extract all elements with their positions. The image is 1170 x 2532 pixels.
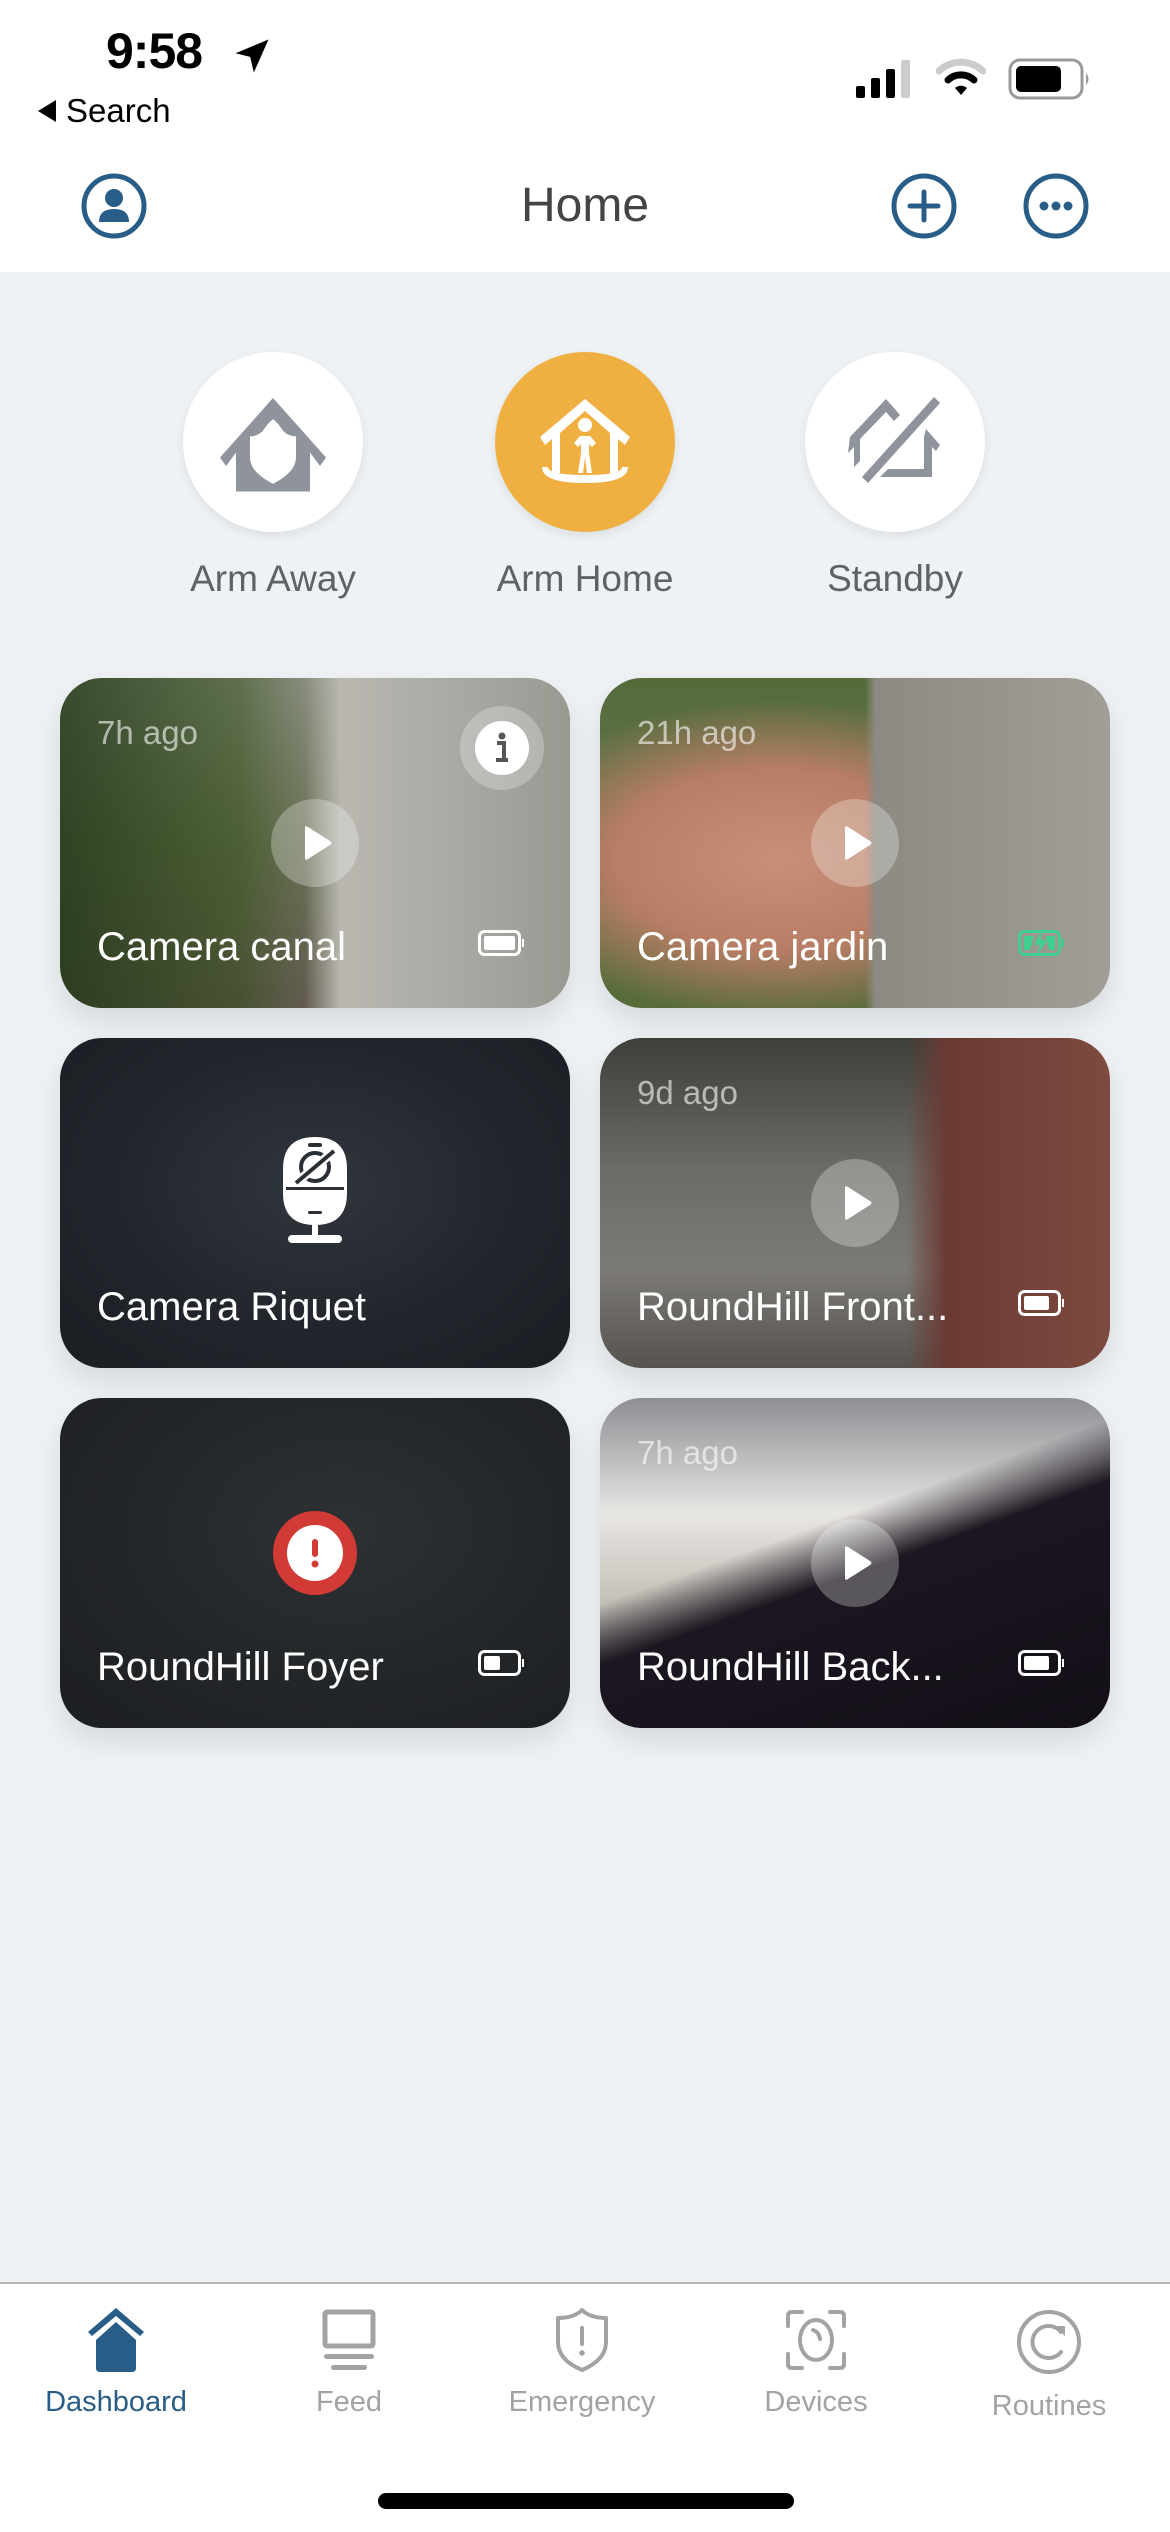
- camera-tile-riquet[interactable]: Camera Riquet: [60, 1038, 570, 1368]
- tab-label: Emergency: [508, 2386, 656, 2418]
- tab-label: Feed: [315, 2386, 383, 2418]
- battery-half-icon: [478, 1650, 524, 1676]
- play-button[interactable]: [271, 799, 359, 887]
- play-button[interactable]: [811, 1159, 899, 1247]
- battery-icon: [1008, 58, 1089, 100]
- last-event-time: 7h ago: [637, 1434, 738, 1471]
- camera-name: Camera Riquet: [97, 1285, 367, 1329]
- home-indicator[interactable]: [378, 2493, 794, 2509]
- tab-label: Devices: [764, 2386, 868, 2418]
- play-button[interactable]: [811, 799, 899, 887]
- mode-label: Arm Home: [496, 558, 674, 599]
- play-button[interactable]: [811, 1519, 899, 1607]
- mode-label: Standby: [827, 558, 963, 599]
- camera-name: Camera jardin: [637, 925, 889, 969]
- camera-tile-canal[interactable]: 7h ago Camera canal: [60, 678, 570, 1008]
- camera-tile-roundhill-foyer[interactable]: RoundHill Foyer: [60, 1398, 570, 1728]
- info-button[interactable]: [460, 706, 544, 790]
- camera-privacy-icon: [283, 1136, 347, 1243]
- back-triangle-icon: [38, 100, 56, 122]
- camera-name: RoundHill Foyer: [97, 1645, 384, 1689]
- standby-button[interactable]: [805, 352, 985, 532]
- tab-emergency[interactable]: Emergency: [482, 2308, 682, 2419]
- more-button[interactable]: [1022, 172, 1090, 240]
- devices-camera-icon: [786, 2310, 846, 2370]
- battery-full-icon: [478, 930, 524, 956]
- camera-tile-roundhill-front[interactable]: 9d ago RoundHill Front...: [600, 1038, 1110, 1368]
- camera-tile-roundhill-back[interactable]: 7h ago RoundHill Back...: [600, 1398, 1110, 1728]
- tab-label: Routines: [991, 2390, 1107, 2422]
- person-house-icon: [540, 399, 630, 483]
- last-event-time: 7h ago: [97, 714, 198, 751]
- last-event-time: 9d ago: [637, 1074, 738, 1111]
- error-alert-icon: [273, 1511, 357, 1596]
- location-arrow-icon: [235, 39, 269, 73]
- page-title: Home: [520, 179, 650, 232]
- wifi-icon: [936, 58, 986, 95]
- tab-routines[interactable]: Routines: [949, 2308, 1149, 2423]
- camera-tile-jardin[interactable]: 21h ago Camera jardin: [600, 678, 1110, 1008]
- battery-high-icon: [1018, 1650, 1064, 1676]
- add-icon: [891, 173, 957, 239]
- back-to-search-link[interactable]: Search: [38, 92, 171, 130]
- arm-away-button[interactable]: [183, 352, 363, 532]
- play-icon: [845, 1186, 872, 1220]
- play-icon: [845, 1546, 872, 1580]
- status-time: 9:58: [106, 23, 203, 79]
- home-icon: [88, 2308, 144, 2372]
- arm-home-button[interactable]: [495, 352, 675, 532]
- feed-icon: [322, 2309, 376, 2370]
- info-icon: [475, 721, 529, 775]
- top-bar: 9:58 Search Home: [0, 0, 1170, 272]
- camera-name: Camera canal: [97, 925, 347, 969]
- tab-dashboard[interactable]: Dashboard: [16, 2308, 216, 2419]
- mode-arm-away[interactable]: Arm Away: [183, 352, 363, 600]
- last-event-time: 21h ago: [637, 714, 757, 751]
- add-button[interactable]: [890, 172, 958, 240]
- back-label: Search: [66, 92, 171, 129]
- emergency-shield-icon: [556, 2308, 608, 2372]
- camera-name: RoundHill Back...: [637, 1645, 944, 1689]
- routines-icon: [1017, 2310, 1081, 2374]
- tab-feed[interactable]: Feed: [249, 2308, 449, 2419]
- more-icon: [1023, 173, 1089, 239]
- mode-arm-home[interactable]: Arm Home: [495, 352, 675, 600]
- camera-name: RoundHill Front...: [637, 1285, 949, 1329]
- tab-devices[interactable]: Devices: [716, 2308, 916, 2419]
- battery-high-icon: [1018, 1290, 1064, 1316]
- mode-label: Arm Away: [190, 558, 356, 599]
- play-icon: [305, 826, 332, 860]
- battery-charging-icon: [1018, 930, 1064, 956]
- cellular-signal-icon: [856, 60, 910, 98]
- house-slash-icon: [848, 397, 940, 483]
- tab-label: Dashboard: [45, 2386, 187, 2418]
- shield-house-icon: [220, 398, 326, 492]
- mode-standby[interactable]: Standby: [805, 352, 985, 600]
- play-icon: [845, 826, 872, 860]
